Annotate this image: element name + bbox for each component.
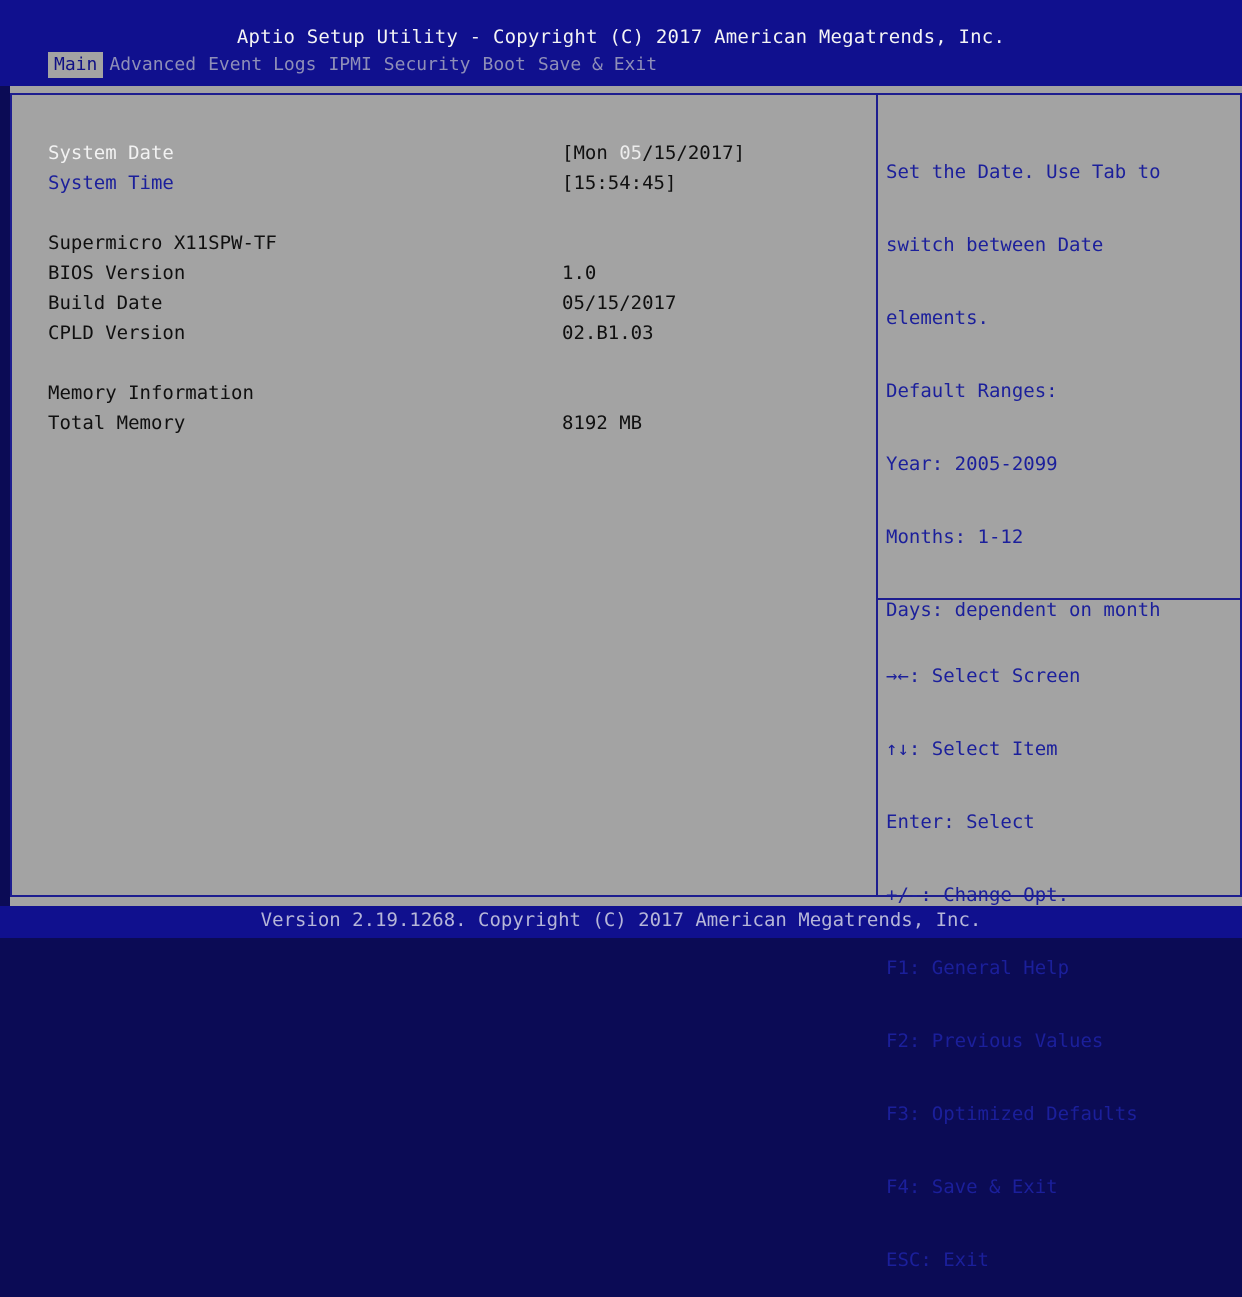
board-name: Supermicro X11SPW-TF bbox=[48, 232, 848, 256]
tab-security[interactable]: Security bbox=[378, 52, 477, 78]
build-date-value: 05/15/2017 bbox=[562, 292, 677, 314]
key-esc-exit: ESC: Exit bbox=[886, 1249, 989, 1271]
bios-version-value: 1.0 bbox=[562, 262, 597, 284]
system-time-value[interactable]: [15:54:45] bbox=[562, 172, 676, 194]
memory-information-header: Memory Information bbox=[48, 382, 848, 406]
build-date-label: Build Date bbox=[48, 292, 163, 314]
help-panel-divider bbox=[876, 93, 878, 897]
system-date-label: System Date bbox=[48, 142, 174, 164]
setting-system-date[interactable]: System Date [Mon 05/15/2017] bbox=[48, 142, 848, 166]
tab-ipmi[interactable]: IPMI bbox=[322, 52, 377, 78]
cpld-version-value: 02.B1.03 bbox=[562, 322, 654, 344]
tab-main[interactable]: Main bbox=[48, 52, 104, 78]
help-line: elements. bbox=[886, 307, 989, 329]
help-line: Set the Date. Use Tab to bbox=[886, 161, 1161, 183]
info-bios-version: BIOS Version 1.0 bbox=[48, 262, 848, 286]
system-date-value[interactable]: [Mon 05/15/2017] bbox=[562, 142, 745, 164]
help-line: Year: 2005-2099 bbox=[886, 453, 1058, 475]
total-memory-label: Total Memory bbox=[48, 412, 186, 434]
system-date-month-field[interactable]: 05 bbox=[619, 142, 642, 164]
cpld-version-label: CPLD Version bbox=[48, 322, 186, 344]
footer-version-text: Version 2.19.1268. Copyright (C) 2017 Am… bbox=[260, 909, 982, 931]
key-save-exit: F4: Save & Exit bbox=[886, 1176, 1058, 1198]
key-general-help: F1: General Help bbox=[886, 957, 1070, 979]
system-date-value-prefix: [Mon bbox=[562, 142, 620, 164]
help-line: Months: 1-12 bbox=[886, 526, 1024, 548]
tab-boot[interactable]: Boot bbox=[477, 52, 532, 78]
tab-advanced[interactable]: Advanced bbox=[103, 52, 202, 78]
help-text: Set the Date. Use Tab to switch between … bbox=[886, 114, 1236, 647]
memory-information-label: Memory Information bbox=[48, 382, 254, 404]
tab-event-logs[interactable]: Event Logs bbox=[202, 52, 322, 78]
key-select-screen: →←: Select Screen bbox=[886, 665, 1081, 687]
system-time-label: System Time bbox=[48, 172, 174, 194]
bios-version-label: BIOS Version bbox=[48, 262, 186, 284]
info-cpld-version: CPLD Version 02.B1.03 bbox=[48, 322, 848, 346]
key-optimized-defaults: F3: Optimized Defaults bbox=[886, 1103, 1138, 1125]
info-build-date: Build Date 05/15/2017 bbox=[48, 292, 848, 316]
help-line: Default Ranges: bbox=[886, 380, 1058, 402]
tab-bar: Main Advanced Event Logs IPMI Security B… bbox=[48, 52, 663, 78]
tab-save-exit[interactable]: Save & Exit bbox=[532, 52, 663, 78]
key-enter-select: Enter: Select bbox=[886, 811, 1035, 833]
window-title: Aptio Setup Utility - Copyright (C) 2017… bbox=[236, 26, 1006, 48]
system-date-value-suffix: /15/2017] bbox=[642, 142, 746, 164]
board-name-label: Supermicro X11SPW-TF bbox=[48, 232, 277, 254]
key-previous-values: F2: Previous Values bbox=[886, 1030, 1104, 1052]
info-total-memory: Total Memory 8192 MB bbox=[48, 412, 848, 436]
setting-system-time[interactable]: System Time [15:54:45] bbox=[48, 172, 848, 196]
key-legend: →←: Select Screen ↑↓: Select Item Enter:… bbox=[886, 618, 1236, 1297]
help-line: switch between Date bbox=[886, 234, 1104, 256]
key-select-item: ↑↓: Select Item bbox=[886, 738, 1058, 760]
total-memory-value: 8192 MB bbox=[562, 412, 643, 434]
